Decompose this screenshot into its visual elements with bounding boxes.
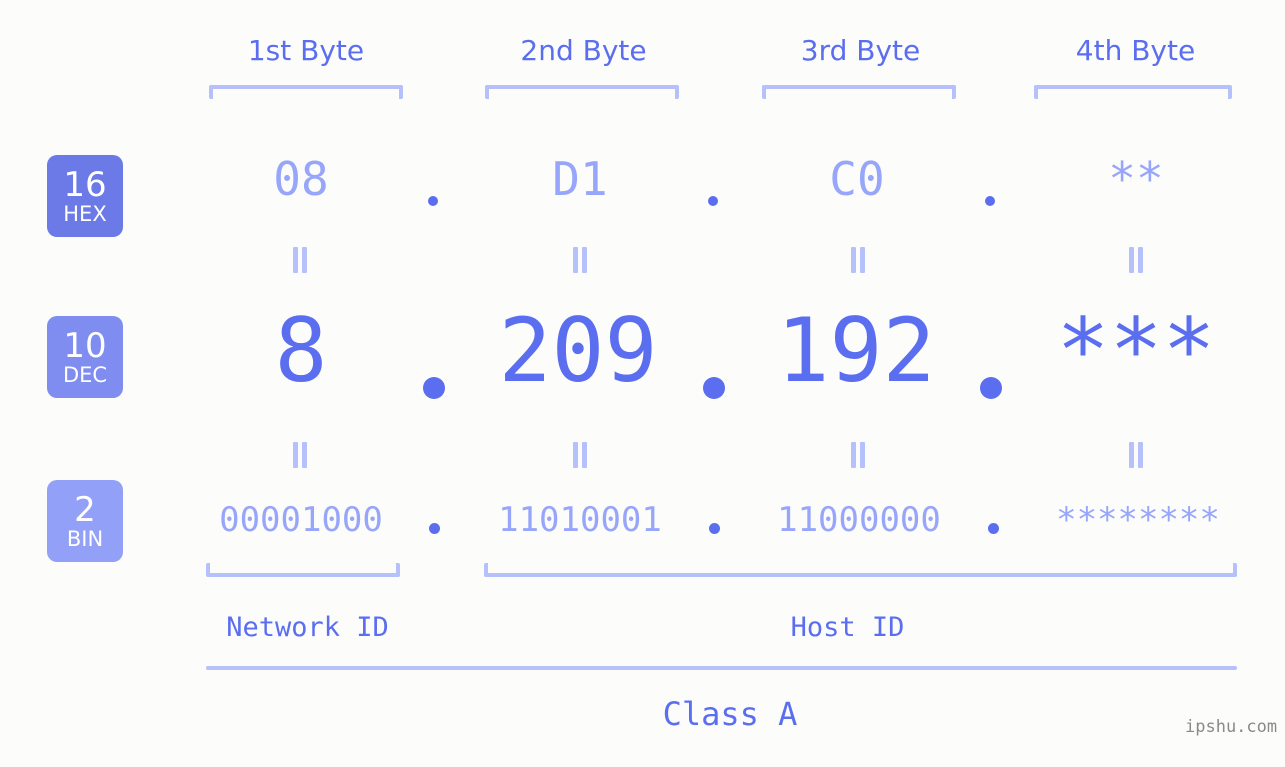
byte-header-4: 4th Byte <box>1075 34 1196 67</box>
byte-header-2: 2nd Byte <box>520 34 647 67</box>
base-badge-dec: 10 DEC <box>47 316 123 398</box>
bin-byte-3: 11000000 <box>777 500 941 540</box>
byte-header-3: 3rd Byte <box>800 34 921 67</box>
equals-mark-dec-bin-1 <box>292 442 308 468</box>
base-badge-dec-number: 10 <box>63 325 107 366</box>
hex-separator-1 <box>428 196 438 206</box>
dec-separator-1 <box>423 377 445 399</box>
byte-bracket-3 <box>762 85 956 99</box>
network-id-bracket <box>206 563 400 577</box>
dec-byte-4: *** <box>1056 299 1216 402</box>
class-label: Class A <box>662 695 798 733</box>
byte-header-1: 1st Byte <box>247 34 365 67</box>
host-id-label: Host ID <box>790 612 905 643</box>
hex-separator-2 <box>708 196 718 206</box>
equals-mark-hex-dec-1 <box>292 247 308 273</box>
equals-mark-dec-bin-4 <box>1128 442 1144 468</box>
base-badge-hex-number: 16 <box>63 164 107 205</box>
equals-mark-hex-dec-4 <box>1128 247 1144 273</box>
dec-byte-3: 192 <box>776 299 936 402</box>
network-id-label: Network ID <box>226 612 389 643</box>
hex-byte-3: C0 <box>829 152 885 206</box>
host-id-bracket <box>484 563 1237 577</box>
bin-separator-3 <box>988 523 999 534</box>
byte-bracket-4 <box>1034 85 1232 99</box>
base-badge-bin-number: 2 <box>74 489 96 530</box>
watermark: ipshu.com <box>1185 717 1278 737</box>
equals-mark-dec-bin-3 <box>850 442 866 468</box>
bin-byte-1: 00001000 <box>219 500 383 540</box>
bin-byte-2: 11010001 <box>498 500 662 540</box>
bin-byte-4: ******** <box>1056 500 1220 540</box>
byte-bracket-2 <box>485 85 679 99</box>
equals-mark-hex-dec-3 <box>850 247 866 273</box>
base-badge-dec-name: DEC <box>62 362 108 387</box>
hex-separator-3 <box>985 196 995 206</box>
byte-bracket-1 <box>209 85 403 99</box>
dec-separator-3 <box>980 377 1002 399</box>
hex-byte-4: ** <box>1108 152 1164 206</box>
equals-mark-dec-bin-2 <box>572 442 588 468</box>
hex-byte-2: D1 <box>552 152 608 206</box>
bin-separator-1 <box>429 523 440 534</box>
dec-byte-1: 8 <box>274 299 328 402</box>
base-badge-hex: 16 HEX <box>47 155 123 237</box>
class-rule <box>206 666 1237 670</box>
ip-address-breakdown-diagram: 1st Byte 2nd Byte 3rd Byte 4th Byte 16 H… <box>0 0 1285 767</box>
equals-mark-hex-dec-2 <box>572 247 588 273</box>
bin-separator-2 <box>709 523 720 534</box>
base-badge-bin-name: BIN <box>66 526 104 551</box>
dec-separator-2 <box>703 377 725 399</box>
hex-byte-1: 08 <box>273 152 329 206</box>
base-badge-hex-name: HEX <box>63 201 107 226</box>
base-badge-bin: 2 BIN <box>47 480 123 562</box>
dec-byte-2: 209 <box>498 299 658 402</box>
